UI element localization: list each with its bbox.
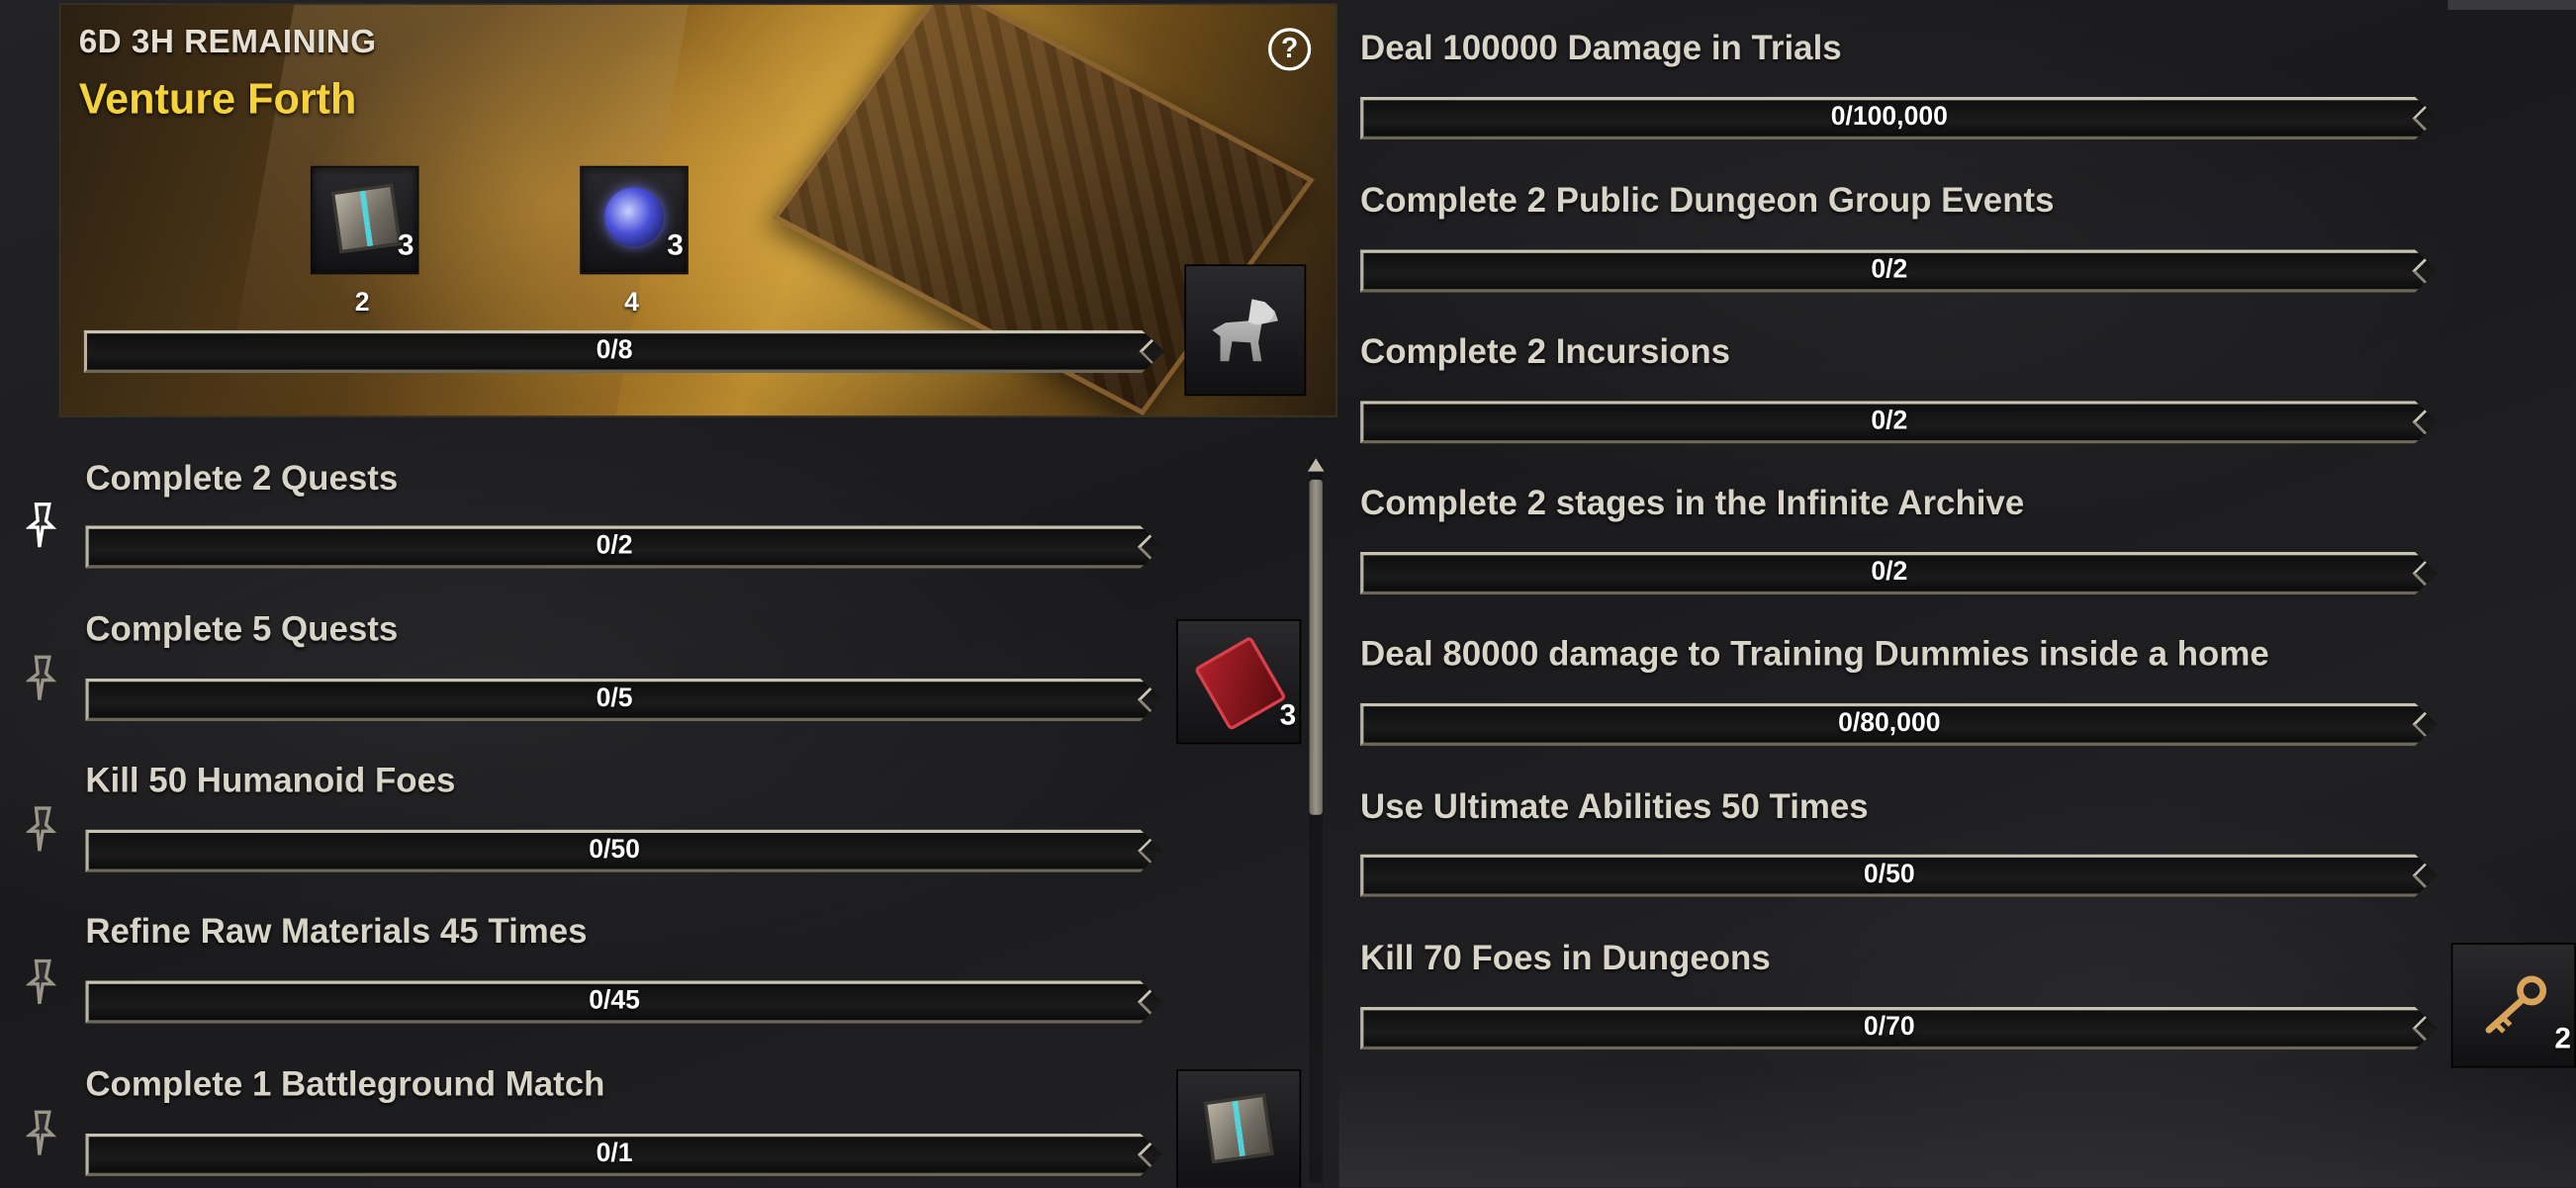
objective-progress-bar: 0/50 [85, 830, 1162, 872]
campaign-banner: 6D 3H REMAINING Venture Forth ? 3 2 3 4 … [58, 3, 1337, 417]
pin-icon[interactable] [25, 1109, 59, 1158]
progress-text: 0/2 [1871, 256, 1908, 285]
objective-label: Complete 2 stages in the Infinite Archiv… [1360, 484, 2025, 523]
progress-text: 0/70 [1863, 1013, 1915, 1042]
progress-text: 0/5 [596, 685, 633, 713]
objective-label: Kill 50 Humanoid Foes [85, 762, 456, 800]
objective-progress-bar: 0/2 [1360, 552, 2438, 594]
scroll-up-arrow[interactable] [1307, 458, 1325, 472]
wolf-icon [1212, 299, 1279, 362]
reward-count: 3 [667, 228, 684, 262]
objective-progress-bar: 0/1 [85, 1134, 1162, 1176]
progress-text: 0/8 [596, 336, 633, 365]
milestone-reward-1[interactable]: 3 [310, 165, 419, 275]
progress-text: 0/50 [589, 836, 640, 865]
objective-label: Use Ultimate Abilities 50 Times [1360, 788, 1869, 827]
objective-reward[interactable] [1176, 1069, 1302, 1188]
pin-icon[interactable] [25, 654, 59, 703]
objective-progress-bar: 0/45 [85, 980, 1162, 1023]
progress-text: 0/50 [1863, 861, 1915, 889]
objective-label: Complete 1 Battleground Match [85, 1065, 605, 1104]
objective-progress-bar: 0/2 [85, 525, 1162, 568]
objective-label: Complete 2 Public Dungeon Group Events [1360, 182, 2055, 221]
time-remaining: 6D 3H REMAINING [78, 24, 377, 61]
progress-text: 0/80,000 [1838, 709, 1941, 738]
objective-reward[interactable]: 3 [1176, 619, 1302, 745]
objective-label: Complete 2 Incursions [1360, 333, 1731, 372]
progress-text: 0/1 [596, 1140, 633, 1168]
objective-progress-bar: 0/80,000 [1360, 703, 2438, 746]
final-reward[interactable] [1184, 264, 1307, 397]
crate-icon [330, 183, 402, 254]
gem-icon [604, 187, 664, 247]
objective-reward[interactable]: 2 [2450, 943, 2576, 1068]
progress-text: 0/2 [1871, 558, 1908, 587]
objective-label: Deal 100000 Damage in Trials [1360, 29, 1842, 68]
objective-label: Complete 2 Quests [85, 459, 399, 499]
milestone-label: 2 [354, 289, 370, 318]
reward-count: 2 [2554, 1021, 2571, 1055]
pin-icon[interactable] [25, 805, 59, 855]
progress-text: 0/2 [596, 532, 633, 561]
objective-label: Kill 70 Foes in Dungeons [1360, 939, 1771, 978]
objective-label: Complete 5 Quests [85, 610, 399, 649]
help-icon[interactable]: ? [1268, 28, 1312, 71]
progress-text: 0/100,000 [1830, 103, 1948, 132]
campaign-progress-bar: 0/8 [84, 330, 1165, 373]
objective-label: Deal 80000 damage to Training Dummies in… [1360, 635, 2269, 674]
red-book-icon [1193, 635, 1287, 732]
scrollbar-thumb[interactable] [1309, 479, 1323, 815]
objective-progress-bar: 0/2 [1360, 401, 2438, 443]
reward-count: 3 [397, 228, 414, 262]
reward-count: 3 [1279, 697, 1297, 732]
progress-text: 0/2 [1871, 407, 1908, 436]
pin-icon[interactable] [25, 958, 59, 1007]
progress-text: 0/45 [589, 987, 640, 1016]
panel-edge [2447, 0, 2576, 10]
objective-progress-bar: 0/70 [1360, 1007, 2438, 1050]
objective-progress-bar: 0/100,000 [1360, 97, 2438, 139]
objective-progress-bar: 0/5 [85, 679, 1162, 721]
pin-icon[interactable] [25, 502, 59, 551]
milestone-label: 4 [624, 289, 639, 318]
objective-progress-bar: 0/50 [1360, 855, 2438, 897]
milestone-reward-2[interactable]: 3 [580, 165, 689, 275]
objective-progress-bar: 0/2 [1360, 249, 2438, 292]
campaign-title: Venture Forth [78, 73, 357, 124]
background-fog [1338, 1067, 2576, 1188]
golden-pursuits-panel: 6D 3H REMAINING Venture Forth ? 3 2 3 4 … [0, 0, 2576, 1188]
crate-icon [1203, 1093, 1274, 1164]
objective-label: Refine Raw Materials 45 Times [85, 913, 588, 952]
key-icon [2485, 975, 2547, 1034]
